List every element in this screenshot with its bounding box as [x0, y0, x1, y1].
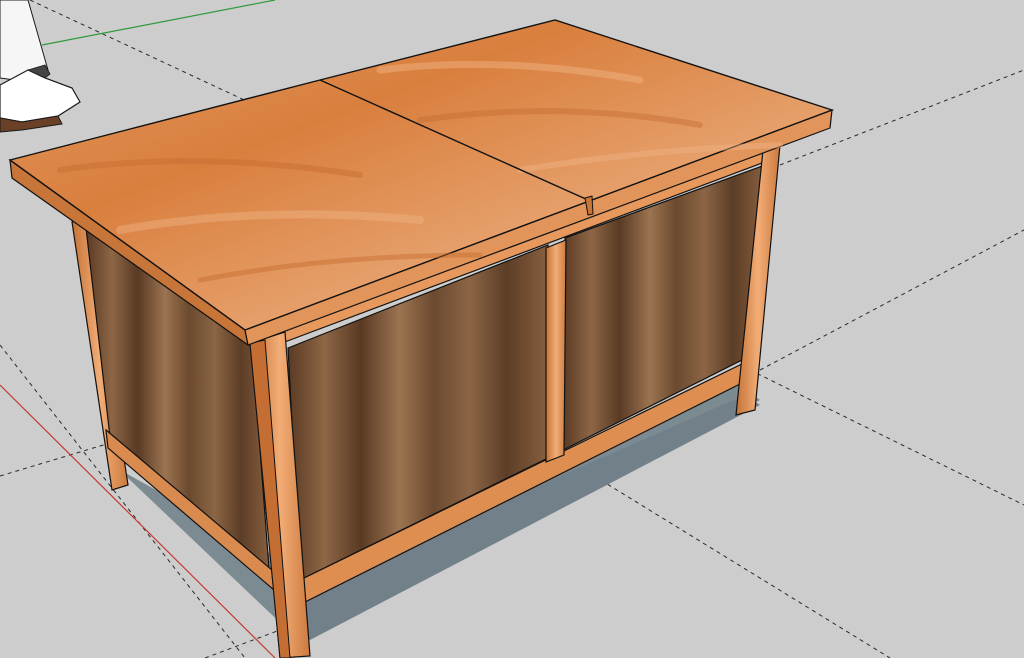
3d-model-viewport[interactable] — [0, 0, 1024, 658]
center-stile — [545, 239, 567, 463]
modeling-canvas[interactable] — [0, 0, 1024, 658]
